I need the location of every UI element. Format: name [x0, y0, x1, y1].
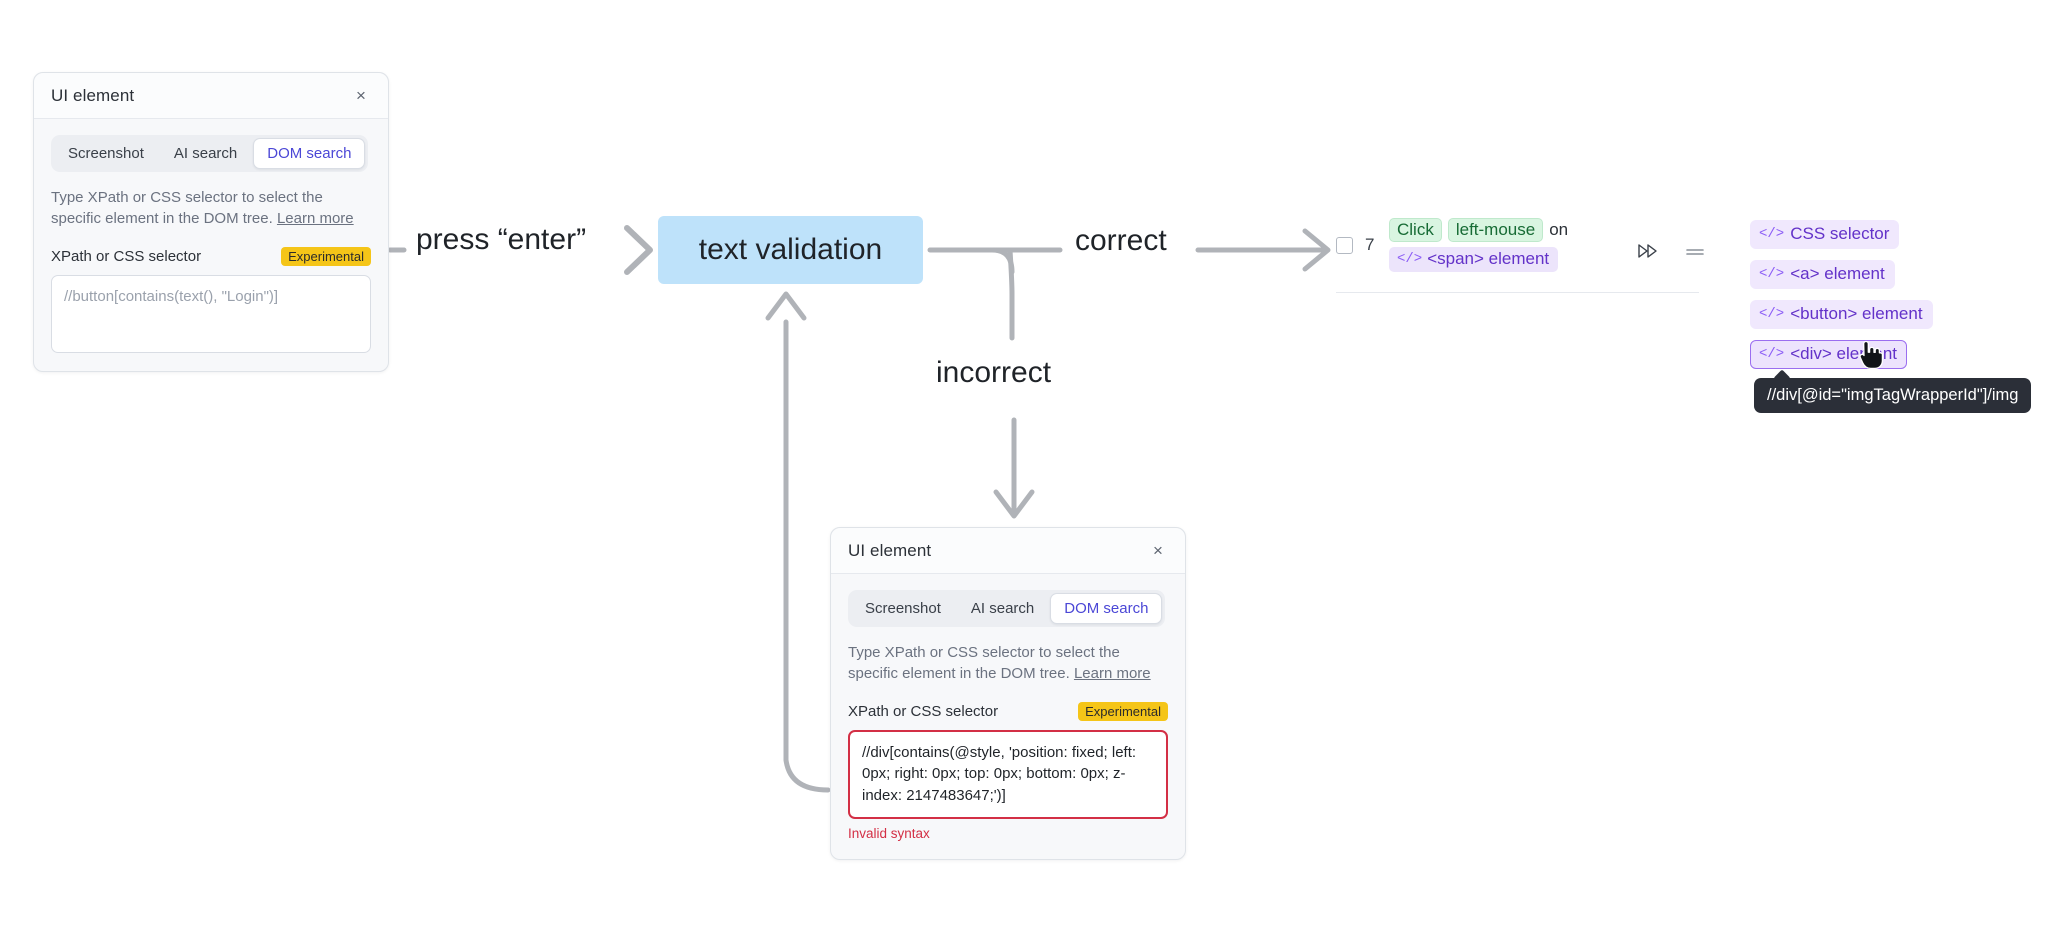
- code-icon: </>: [1759, 346, 1785, 362]
- connector-split-corner: [989, 247, 1015, 275]
- ui-element-panel-error: UI element × Screenshot AI search DOM se…: [830, 527, 1186, 861]
- step-row-divider: [1336, 292, 1699, 293]
- selector-tooltip: //div[@id="imgTagWrapperId"]/img: [1754, 378, 2032, 413]
- suggestion-css-selector[interactable]: </> CSS selector: [1750, 220, 1900, 249]
- panel-header: UI element ×: [34, 73, 388, 119]
- run-from-here-icon[interactable]: [1638, 244, 1660, 263]
- drag-handle-icon[interactable]: [1685, 245, 1705, 263]
- selector-field-label: XPath or CSS selector: [848, 702, 999, 720]
- dom-search-hint: Type XPath or CSS selector to select the…: [51, 187, 356, 230]
- learn-more-link[interactable]: Learn more: [277, 210, 354, 227]
- step-verb-chip[interactable]: Click: [1389, 218, 1442, 242]
- dom-search-hint: Type XPath or CSS selector to select the…: [848, 642, 1153, 685]
- tab-screenshot[interactable]: Screenshot: [851, 593, 955, 624]
- step-mouse-button-chip[interactable]: left-mouse: [1447, 218, 1544, 242]
- code-icon: </>: [1759, 226, 1785, 242]
- suggestion-button-element[interactable]: </> <button> element: [1750, 300, 1933, 329]
- flow-node-text-validation: text validation: [658, 216, 923, 284]
- connector-split-down: [1007, 247, 1015, 341]
- selector-suggestion-list: </> CSS selector </> <a> element </> <bu…: [1750, 220, 1933, 369]
- ui-element-panel-initial: UI element × Screenshot AI search DOM se…: [33, 72, 389, 372]
- xpath-selector-input[interactable]: //div[contains(@style, 'position: fixed;…: [848, 729, 1168, 820]
- selector-field-row: XPath or CSS selector Experimental: [51, 246, 371, 266]
- connector-feedback-loop: [783, 319, 831, 793]
- panel-title: UI element: [51, 85, 135, 105]
- step-checkbox[interactable]: [1336, 236, 1353, 254]
- step-target-chip[interactable]: </> <span> element: [1389, 247, 1559, 272]
- step-connector-word: on: [1549, 220, 1569, 239]
- tab-ai-search[interactable]: AI search: [160, 138, 251, 169]
- code-icon: </>: [1759, 306, 1785, 322]
- connector-correct-arrowhead: [1302, 228, 1331, 272]
- suggestion-label: <div> element: [1790, 344, 1898, 363]
- test-step-row: 7 Click left-mouse on </> <span> element: [1336, 218, 1706, 293]
- suggestion-a-element[interactable]: </> <a> element: [1750, 260, 1895, 289]
- selector-error-message: Invalid syntax: [848, 826, 930, 842]
- step-target-label: <span> element: [1427, 249, 1550, 268]
- flow-label-press-enter: press “enter”: [416, 223, 587, 256]
- learn-more-link[interactable]: Learn more: [1074, 665, 1151, 682]
- suggestion-label: CSS selector: [1790, 224, 1890, 243]
- step-description: Click left-mouse on </> <span> element: [1389, 218, 1604, 272]
- flow-label-correct: correct: [1075, 224, 1167, 257]
- panel-body: Screenshot AI search DOM search Type XPa…: [831, 574, 1185, 859]
- close-icon[interactable]: ×: [1147, 540, 1169, 562]
- tab-screenshot[interactable]: Screenshot: [54, 138, 158, 169]
- panel-body: Screenshot AI search DOM search Type XPa…: [34, 119, 388, 371]
- selector-field-row: XPath or CSS selector Experimental: [848, 701, 1168, 721]
- tab-group: Screenshot AI search DOM search: [51, 135, 369, 172]
- tab-group: Screenshot AI search DOM search: [848, 590, 1166, 627]
- tab-ai-search[interactable]: AI search: [957, 593, 1048, 624]
- tab-dom-search[interactable]: DOM search: [1050, 593, 1163, 624]
- selector-field-label: XPath or CSS selector: [51, 247, 202, 265]
- connector-press-enter-arrow: [624, 225, 653, 275]
- panel-header: UI element ×: [831, 528, 1185, 574]
- xpath-selector-input[interactable]: //button[contains(text(), "Login")]: [51, 274, 371, 353]
- code-icon: </>: [1397, 251, 1423, 267]
- flow-label-incorrect: incorrect: [936, 356, 1052, 389]
- tab-dom-search[interactable]: DOM search: [253, 138, 366, 169]
- close-icon[interactable]: ×: [350, 85, 372, 107]
- code-icon: </>: [1759, 266, 1785, 282]
- experimental-badge: Experimental: [281, 246, 371, 266]
- step-index: 7: [1365, 235, 1375, 254]
- connector-feedback-arrowhead: [765, 291, 807, 321]
- experimental-badge: Experimental: [1078, 701, 1168, 721]
- connector-incorrect-arrowhead: [993, 489, 1035, 519]
- panel-title: UI element: [848, 540, 932, 560]
- suggestion-div-element[interactable]: </> <div> element: [1750, 340, 1908, 369]
- step-trailing-controls: [1638, 244, 1705, 263]
- suggestion-label: <button> element: [1790, 304, 1923, 323]
- suggestion-label: <a> element: [1790, 264, 1885, 283]
